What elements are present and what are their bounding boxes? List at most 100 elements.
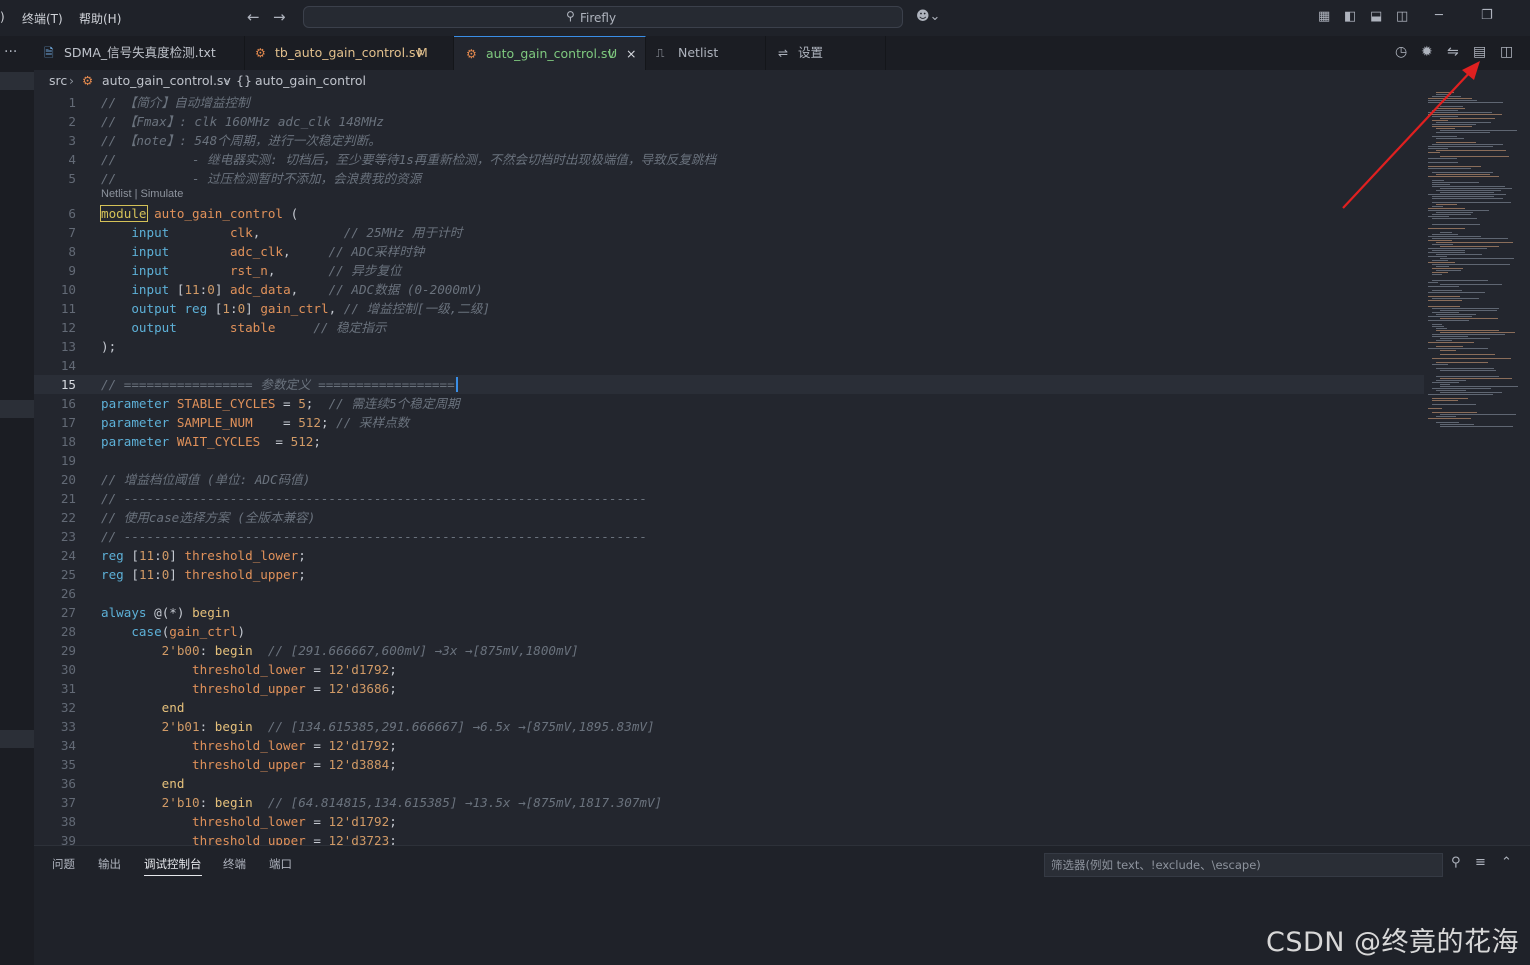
- list-icon[interactable]: ≡: [1475, 855, 1486, 870]
- more-icon[interactable]: ···: [4, 44, 17, 60]
- code-line[interactable]: 14: [34, 356, 1424, 375]
- minimap-line: [1432, 120, 1448, 121]
- code-line[interactable]: 22 // 使用case选择方案 (全版本兼容): [34, 508, 1424, 527]
- toggle-panel-icon[interactable]: ⬓: [1370, 9, 1382, 24]
- breadcrumb-folder[interactable]: src: [49, 70, 67, 92]
- menu-help[interactable]: 帮助(H): [79, 10, 121, 27]
- minimap-line: [1432, 326, 1444, 327]
- code-line[interactable]: 18 parameter WAIT_CYCLES = 512;: [34, 432, 1424, 451]
- breadcrumb-file[interactable]: auto_gain_control.sv: [102, 70, 231, 92]
- code-line[interactable]: 6 module auto_gain_control (: [34, 204, 1424, 223]
- minimap-line: [1432, 260, 1448, 261]
- chevron-up-icon[interactable]: ⌃: [1501, 855, 1512, 870]
- code-line[interactable]: 27 always @(*) begin: [34, 603, 1424, 622]
- code-line[interactable]: 19: [34, 451, 1424, 470]
- code-line[interactable]: 12 output stable // 稳定指示: [34, 318, 1424, 337]
- code-line[interactable]: 13);: [34, 337, 1424, 356]
- code-line[interactable]: 34 threshold_lower = 12'd1792;: [34, 736, 1424, 755]
- menu-terminal[interactable]: 终端(T): [22, 10, 63, 27]
- code-line[interactable]: 3 // 【note】: 548个周期，进行一次稳定判断。: [34, 131, 1424, 150]
- code-line[interactable]: 8 input adc_clk, // ADC采样时钟: [34, 242, 1424, 261]
- code-line[interactable]: 23 // -----------------------------------…: [34, 527, 1424, 546]
- code-line[interactable]: 17 parameter SAMPLE_NUM = 512; // 采样点数: [34, 413, 1424, 432]
- line-number: 21: [60, 491, 76, 506]
- code-line[interactable]: 9 input rst_n, // 异步复位: [34, 261, 1424, 280]
- code-line[interactable]: 21 // -----------------------------------…: [34, 489, 1424, 508]
- timeline-icon[interactable]: ◷: [1395, 44, 1407, 60]
- activity-item[interactable]: [0, 400, 34, 418]
- minimize-icon[interactable]: ─: [1435, 8, 1443, 23]
- code-line[interactable]: 5 // - 过压检测暂时不添加，会浪费我的资源: [34, 169, 1424, 188]
- toggle-sidebar-icon[interactable]: ◧: [1344, 9, 1356, 24]
- filter-input[interactable]: 筛选器(例如 text、!exclude、\escape): [1044, 853, 1443, 877]
- code-line[interactable]: 28 case(gain_ctrl): [34, 622, 1424, 641]
- minimap-line: [1440, 284, 1502, 285]
- panel-tab-terminal[interactable]: 终端: [223, 856, 246, 872]
- toggle-secondary-sidebar-icon[interactable]: ◫: [1396, 9, 1408, 24]
- close-icon[interactable]: ×: [626, 37, 636, 71]
- minimap-line: [1428, 408, 1442, 409]
- tab-settings[interactable]: ⇌ 设置: [766, 36, 886, 70]
- breadcrumb-symbol[interactable]: auto_gain_control: [255, 70, 366, 92]
- compare-icon[interactable]: ⇋: [1447, 44, 1459, 60]
- minimap-line: [1432, 290, 1462, 291]
- code-line[interactable]: 30 threshold_lower = 12'd1792;: [34, 660, 1424, 679]
- preview-icon[interactable]: ▤: [1473, 44, 1486, 60]
- code-line[interactable]: 15 // ================= 参数定义 ============…: [34, 375, 1424, 394]
- minimap-line: [1428, 148, 1448, 149]
- panel-tab-debug-console[interactable]: 调试控制台: [144, 856, 202, 876]
- minimap-line: [1428, 286, 1459, 287]
- code-line[interactable]: 26: [34, 584, 1424, 603]
- code-line[interactable]: 39 threshold_upper = 12'd3723;: [34, 831, 1424, 845]
- code-line[interactable]: 29 2'b00: begin // [291.666667,600mV] →3…: [34, 641, 1424, 660]
- split-editor-icon[interactable]: ◫: [1500, 44, 1513, 60]
- activity-item[interactable]: [0, 72, 34, 90]
- back-arrow-icon[interactable]: ←: [247, 8, 260, 26]
- copilot-icon[interactable]: ☻⌄: [916, 9, 940, 24]
- panel-tab-output[interactable]: 输出: [98, 856, 121, 872]
- code-line[interactable]: 33 2'b01: begin // [134.615385,291.66666…: [34, 717, 1424, 736]
- tab-tb-auto-gain[interactable]: ⚙ tb_auto_gain_control.sv M: [245, 36, 454, 70]
- breadcrumb: src › ⚙ auto_gain_control.sv › {} auto_g…: [34, 70, 1530, 92]
- debug-icon[interactable]: ✹: [1421, 44, 1433, 60]
- panel-tab-problems[interactable]: 问题: [52, 856, 75, 872]
- code-line[interactable]: 1 // 【简介】自动增益控制: [34, 93, 1424, 112]
- code-line[interactable]: 37 2'b10: begin // [64.814815,134.615385…: [34, 793, 1424, 812]
- minimap-line: [1436, 340, 1452, 341]
- search-icon[interactable]: ⚲: [1451, 855, 1461, 870]
- codelens[interactable]: Netlist | Simulate: [101, 188, 183, 200]
- code-line[interactable]: 2 // 【Fmax】: clk 160MHz adc_clk 148MHz: [34, 112, 1424, 131]
- code-editor[interactable]: Netlist | Simulate 1 // 【简介】自动增益控制 2 // 【Fm…: [34, 92, 1530, 845]
- code-line[interactable]: 38 threshold_lower = 12'd1792;: [34, 812, 1424, 831]
- minimap-line: [1432, 196, 1494, 197]
- code-line[interactable]: 7 input clk, // 25MHz 用于计时: [34, 223, 1424, 242]
- minimap-line: [1436, 314, 1476, 315]
- panel-tab-ports[interactable]: 端口: [269, 856, 292, 872]
- tab-netlist[interactable]: ⎍ Netlist: [646, 36, 766, 70]
- code-line[interactable]: 20 // 增益档位阈值 (单位: ADC码值): [34, 470, 1424, 489]
- minimap-line: [1428, 394, 1493, 395]
- activity-item[interactable]: [0, 730, 34, 748]
- code-line[interactable]: 36 end: [34, 774, 1424, 793]
- minimap-line: [1428, 162, 1458, 163]
- restore-icon[interactable]: ❐: [1481, 8, 1493, 23]
- minimap-line: [1440, 414, 1516, 415]
- code-line[interactable]: 16 parameter STABLE_CYCLES = 5; // 需连续5个稳…: [34, 394, 1424, 413]
- code-line[interactable]: 25 reg [11:0] threshold_upper;: [34, 565, 1424, 584]
- layout-customize-icon[interactable]: ▦: [1318, 9, 1330, 24]
- minimap[interactable]: [1424, 92, 1528, 432]
- forward-arrow-icon[interactable]: →: [273, 8, 286, 26]
- code-line[interactable]: 24 reg [11:0] threshold_lower;: [34, 546, 1424, 565]
- code-line[interactable]: 35 threshold_upper = 12'd3884;: [34, 755, 1424, 774]
- tab-sdma-txt[interactable]: 🗎 SDMA_信号失真度检测.txt: [34, 36, 245, 70]
- code-line[interactable]: 4 // - 继电器实测: 切档后，至少要等待1s再重新检测，不然会切档时出现极端…: [34, 150, 1424, 169]
- tab-auto-gain-control[interactable]: ⚙ auto_gain_control.sv U ×: [454, 36, 646, 70]
- menu-partial[interactable]: ): [0, 10, 5, 24]
- code-line[interactable]: 31 threshold_upper = 12'd3686;: [34, 679, 1424, 698]
- code-line[interactable]: 10 input [11:0] adc_data, // ADC数据 (0-20…: [34, 280, 1424, 299]
- line-number: 5: [68, 171, 76, 186]
- code-line[interactable]: 32 end: [34, 698, 1424, 717]
- line-number: 37: [60, 795, 76, 810]
- command-center[interactable]: ⚲ Firefly: [303, 6, 903, 28]
- code-line[interactable]: 11 output reg [1:0] gain_ctrl, // 增益控制[一…: [34, 299, 1424, 318]
